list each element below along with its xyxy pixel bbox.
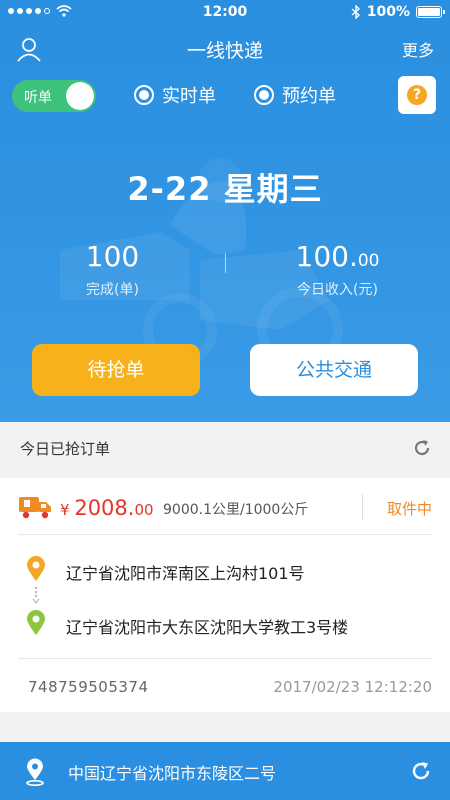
- location-bar: 中国辽宁省沈阳市东陵区二号: [0, 742, 450, 800]
- pickup-pin-icon: [27, 556, 45, 581]
- location-pin-icon: [26, 758, 44, 786]
- battery-group: 100%: [351, 4, 445, 20]
- hero-panel: 12:00 100% 一线快递 更多 听单 实时单 预约单 ? 2-22 星期三…: [0, 0, 450, 422]
- delivery-address: 辽宁省沈阳市大东区沈阳大学教工3号楼: [66, 618, 349, 637]
- more-button[interactable]: 更多: [402, 37, 434, 61]
- stat-income: 100.00 今日收入(元): [225, 240, 450, 299]
- route-connector-icon: [32, 586, 40, 604]
- truck-icon: [19, 497, 51, 519]
- listen-toggle-label: 听单: [24, 90, 52, 106]
- toggle-knob: [66, 82, 94, 110]
- divider: [18, 658, 432, 659]
- refresh-location-icon[interactable]: [410, 760, 432, 782]
- radio-selected-icon: [254, 85, 274, 105]
- order-price: ¥ 2008.00: [60, 496, 154, 520]
- help-button[interactable]: ?: [398, 76, 436, 114]
- mode-bar: 听单 实时单 预约单 ?: [0, 76, 450, 116]
- public-transit-button[interactable]: 公共交通: [250, 344, 418, 396]
- bluetooth-icon: [351, 5, 360, 19]
- radio-scheduled[interactable]: 预约单: [254, 82, 336, 108]
- radio-selected-icon: [134, 85, 154, 105]
- divider: [18, 534, 432, 535]
- status-divider: [362, 494, 363, 520]
- radio-scheduled-label: 预约单: [282, 86, 336, 107]
- order-card[interactable]: ¥ 2008.00 9000.1公里/1000公斤 取件中 辽宁省沈阳市浑南区上…: [0, 478, 450, 712]
- delivery-pin-icon: [27, 610, 45, 635]
- status-bar: 12:00 100%: [0, 0, 450, 24]
- income-label: 今日收入(元): [297, 282, 378, 298]
- section-title: 今日已抢订单: [20, 440, 111, 458]
- refresh-icon[interactable]: [412, 438, 432, 458]
- completed-value: 100: [85, 240, 140, 273]
- date-heading: 2-22 星期三: [127, 170, 323, 208]
- current-location: 中国辽宁省沈阳市东陵区二号: [68, 764, 277, 783]
- order-time: 2017/02/23 12:12:20: [273, 678, 432, 696]
- pending-orders-button[interactable]: 待抢单: [32, 344, 200, 396]
- nav-bar: 一线快递 更多: [0, 28, 450, 68]
- pickup-address: 辽宁省沈阳市浑南区上沟村101号: [66, 564, 305, 583]
- distance-weight: 9000.1公里/1000公斤: [163, 502, 309, 518]
- completed-label: 完成(单): [86, 282, 139, 298]
- listen-toggle[interactable]: 听单: [12, 80, 96, 112]
- battery-icon: [416, 6, 445, 18]
- order-number: 748759505374: [28, 678, 149, 696]
- page-title: 一线快递: [186, 40, 263, 62]
- question-icon: ?: [407, 85, 427, 105]
- income-value: 100.00: [295, 240, 380, 273]
- radio-realtime[interactable]: 实时单: [134, 82, 216, 108]
- section-header: 今日已抢订单: [0, 422, 450, 474]
- radio-realtime-label: 实时单: [162, 86, 216, 107]
- battery-percent: 100%: [366, 4, 410, 20]
- stat-completed: 100 完成(单): [0, 240, 225, 299]
- order-status: 取件中: [386, 500, 432, 518]
